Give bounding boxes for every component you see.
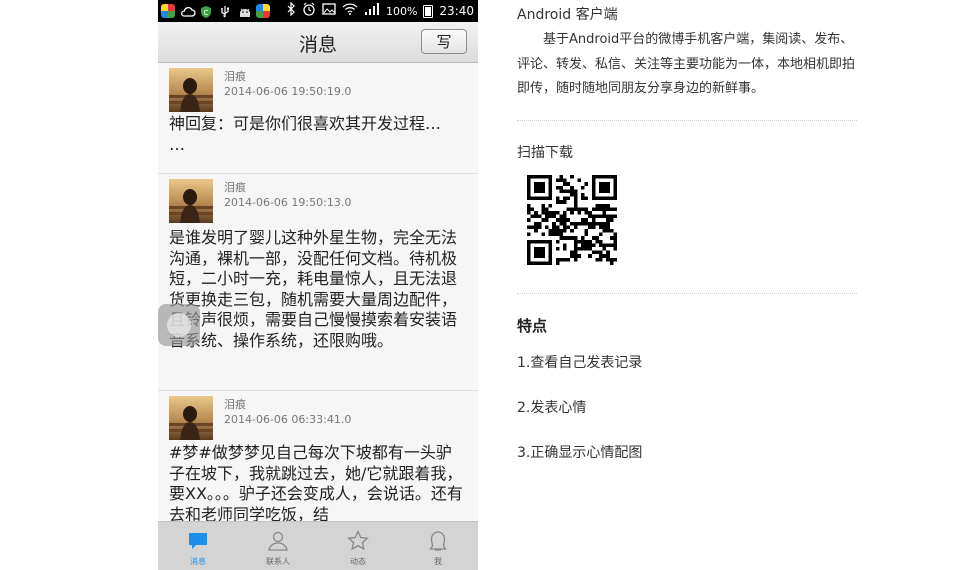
platform-heading: Android 客户端: [517, 7, 618, 23]
floating-assistive-button[interactable]: [158, 304, 200, 346]
qr-code[interactable]: [527, 175, 617, 265]
feature-item: 2.发表心情: [517, 400, 587, 416]
tab-feed[interactable]: 动态: [318, 522, 398, 570]
android-icon: [237, 4, 251, 18]
system-icons: 100% 23:40: [286, 1, 474, 20]
post-time: 2014-06-06 06:33:41.0: [224, 413, 352, 426]
avatar[interactable]: [169, 396, 213, 440]
bottom-tab-bar: 消息 联系人 动态 我: [158, 521, 478, 570]
post-author[interactable]: 泪痕: [224, 179, 246, 195]
svg-text:C: C: [204, 9, 209, 17]
scan-download-label: 扫描下载: [517, 145, 573, 161]
divider: [517, 293, 857, 294]
bluetooth-icon: [286, 1, 296, 20]
tab-label: 消息: [190, 557, 206, 566]
chat-icon: [189, 533, 207, 549]
divider: [517, 120, 857, 121]
post-author[interactable]: 泪痕: [224, 68, 246, 84]
compose-button[interactable]: 写: [421, 29, 467, 54]
battery-percent: 100%: [385, 4, 418, 18]
signal-icon: [364, 2, 380, 20]
usb-icon: [218, 4, 232, 18]
post-text: #梦#做梦梦见自己每次下坡都有一头驴子在坡下，我就跳过去，她/它就跟着我，要XX…: [169, 443, 463, 521]
tab-me[interactable]: 我: [398, 522, 478, 570]
app-icon: [161, 4, 175, 18]
app-description: 基于Android平台的微博手机客户端，集阅读、发布、评论、转发、私信、关注等主…: [517, 32, 856, 96]
post-item[interactable]: 泪痕 2014-06-06 19:50:13.0 是谁发明了婴儿这种外星生物，完…: [158, 174, 478, 391]
star-icon: [347, 530, 369, 551]
message-feed[interactable]: 泪痕 2014-06-06 19:50:19.0 神回复：可是你们很喜欢其开发过…: [158, 63, 478, 521]
battery-icon: [423, 4, 434, 18]
features-title: 特点: [517, 317, 548, 335]
phone-screenshot: C 100% 23:40 消息 写 泪痕 2014-06-06 19:50:19…: [158, 0, 478, 570]
cloud-icon: [180, 4, 196, 18]
wifi-icon: [342, 2, 358, 20]
profile-icon: [429, 531, 447, 551]
tab-messages[interactable]: 消息: [158, 522, 238, 570]
app-icon: [256, 4, 270, 18]
post-item[interactable]: 泪痕 2014-06-06 19:50:19.0 神回复：可是你们很喜欢其开发过…: [158, 63, 478, 174]
notification-icons: C: [161, 3, 270, 19]
post-text: 是谁发明了婴儿这种外星生物，完全无法沟通，裸机一部，没配任何文档。待机极短，二小…: [169, 228, 458, 350]
contacts-icon: [268, 531, 288, 551]
tab-label: 我: [434, 557, 442, 566]
title-bar: 消息 写: [158, 22, 478, 63]
avatar[interactable]: [169, 179, 213, 223]
feature-item: 1.查看自己发表记录: [517, 355, 643, 371]
alarm-icon: [302, 2, 316, 20]
post-time: 2014-06-06 19:50:19.0: [224, 85, 352, 98]
post-time: 2014-06-06 19:50:13.0: [224, 196, 352, 209]
shield-icon: C: [199, 4, 213, 18]
feature-item: 3.正确显示心情配图: [517, 445, 643, 461]
tab-label: 动态: [350, 557, 366, 566]
tab-label: 联系人: [266, 557, 290, 566]
image-icon: [322, 2, 336, 20]
post-text: 神回复：可是你们很喜欢其开发过程… …: [169, 114, 442, 154]
clock: 23:40: [439, 4, 474, 18]
tab-contacts[interactable]: 联系人: [238, 522, 318, 570]
post-item[interactable]: 泪痕 2014-06-06 06:33:41.0 #梦#做梦梦见自己每次下坡都有…: [158, 391, 478, 521]
avatar[interactable]: [169, 68, 213, 112]
post-author[interactable]: 泪痕: [224, 396, 246, 412]
status-bar: C 100% 23:40: [158, 0, 478, 22]
